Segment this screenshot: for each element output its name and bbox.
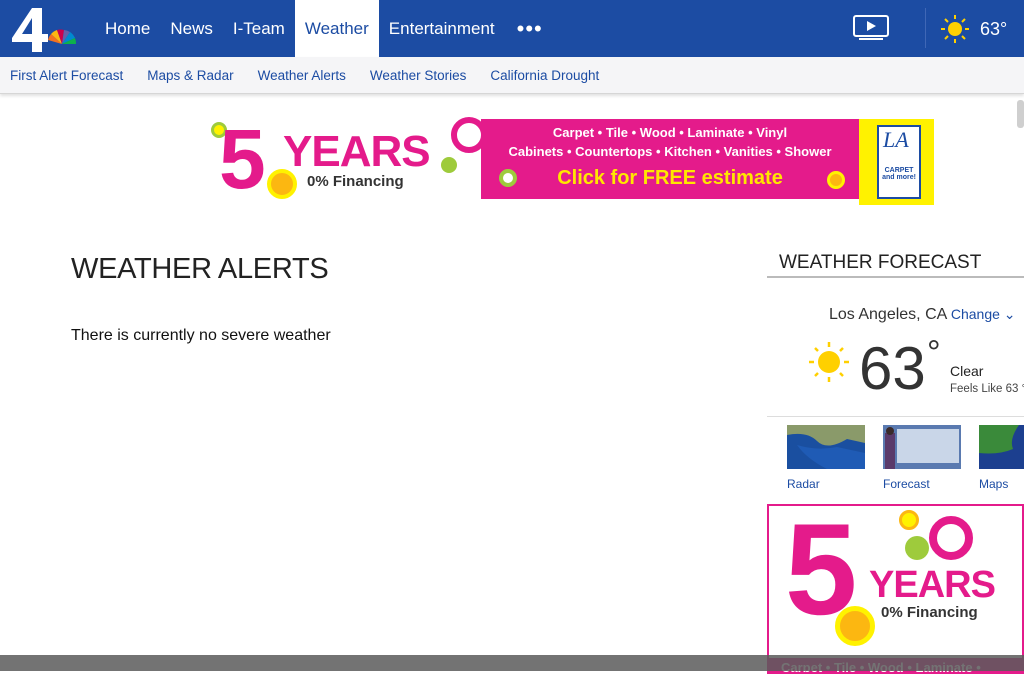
weather-forecast-sidebar: WEATHER FORECAST Los Angeles, CA Change … — [767, 246, 1024, 674]
bottom-overlay-bar — [0, 655, 1024, 671]
ad-brand-subtext: CARPET and more! — [882, 167, 916, 181]
subnav-weather-alerts[interactable]: Weather Alerts — [258, 68, 346, 83]
more-menu-icon[interactable]: ••• — [505, 0, 555, 57]
feels-like-text: Feels Like 63 ° — [950, 383, 1024, 395]
weather-media-thumbnails: Radar Forecast Maps — [767, 416, 1024, 492]
ad-decor-dot — [905, 536, 929, 560]
sidebar-header: WEATHER FORECAST — [767, 246, 1024, 278]
sidebar-ad-financing: 0% Financing — [881, 604, 978, 621]
nav-weather[interactable]: Weather — [294, 0, 379, 57]
sun-icon — [809, 342, 849, 382]
ad-brand-box: LA CARPET and more! — [859, 119, 934, 205]
current-condition: Clear — [950, 363, 984, 379]
forecast-location: Los Angeles, CA Change ⌄ — [829, 306, 1016, 324]
nav-home[interactable]: Home — [95, 0, 160, 57]
sidebar-ad-years: YEARS — [869, 564, 996, 606]
ad-decor-dot — [441, 157, 457, 173]
no-alerts-message: There is currently no severe weather — [71, 327, 331, 344]
ad-cta-text[interactable]: Click for FREE estimate — [481, 167, 859, 190]
nav-i-team[interactable]: I-Team — [223, 0, 295, 57]
ad-years-text: YEARS — [283, 127, 431, 176]
forecast-label[interactable]: Forecast — [883, 477, 930, 491]
ad-decor-dot — [499, 169, 517, 187]
video-play-icon[interactable] — [853, 15, 889, 41]
subnav-first-alert-forecast[interactable]: First Alert Forecast — [10, 68, 123, 83]
subnav-weather-stories[interactable]: Weather Stories — [370, 68, 467, 83]
ad-decor-dot — [899, 510, 919, 530]
ad-decor-dot — [827, 171, 845, 189]
ad-financing-text: 0% Financing — [307, 173, 404, 190]
sidebar-ad-big-number: 5 — [785, 504, 858, 642]
banner-advertisement[interactable]: 5 YEARS 0% Financing Carpet • Tile • Woo… — [211, 117, 934, 207]
location-name: Los Angeles, CA — [829, 306, 947, 323]
ad-big-number: 5 — [219, 117, 266, 206]
sidebar-advertisement[interactable]: 5 YEARS 0% Financing Carpet • Tile • Woo… — [767, 504, 1024, 674]
nav-entertainment[interactable]: Entertainment — [379, 0, 505, 57]
nav-news[interactable]: News — [160, 0, 223, 57]
header-divider — [925, 8, 926, 48]
top-navigation-bar: Home News I-Team Weather Entertainment •… — [0, 0, 1024, 57]
subnav-california-drought[interactable]: California Drought — [490, 68, 599, 83]
forecast-thumbnail[interactable] — [883, 425, 961, 469]
radar-label[interactable]: Radar — [787, 477, 820, 491]
ad-brand-text: LA — [883, 127, 909, 152]
main-nav: Home News I-Team Weather Entertainment •… — [95, 0, 555, 57]
maps-label[interactable]: Maps — [979, 477, 1008, 491]
degree-symbol: ° — [927, 334, 941, 372]
la-carpet-logo: LA CARPET and more! — [877, 125, 921, 199]
subnav-maps-radar[interactable]: Maps & Radar — [147, 68, 233, 83]
ad-decor-dot — [929, 516, 973, 560]
maps-thumbnail[interactable] — [979, 425, 1024, 469]
scrollbar-thumb[interactable] — [1017, 100, 1024, 128]
change-location-link[interactable]: Change ⌄ — [951, 306, 1016, 322]
page-title: WEATHER ALERTS — [71, 253, 329, 285]
ad-services-line1: Carpet • Tile • Wood • Laminate • Vinyl — [552, 125, 788, 140]
weather-subnav: First Alert Forecast Maps & Radar Weathe… — [0, 57, 1024, 94]
ad-services-box: Carpet • Tile • Wood • Laminate • Vinyl … — [481, 119, 859, 199]
nbc4-logo[interactable] — [8, 4, 80, 54]
current-temperature: 63 — [859, 335, 926, 402]
sidebar-title: WEATHER FORECAST — [779, 252, 982, 273]
sun-icon — [941, 15, 969, 43]
header-temperature[interactable]: 63° — [980, 19, 1007, 40]
radar-thumbnail[interactable] — [787, 425, 865, 469]
ad-services-line2: Cabinets • Countertops • Kitchen • Vanit… — [508, 144, 832, 159]
